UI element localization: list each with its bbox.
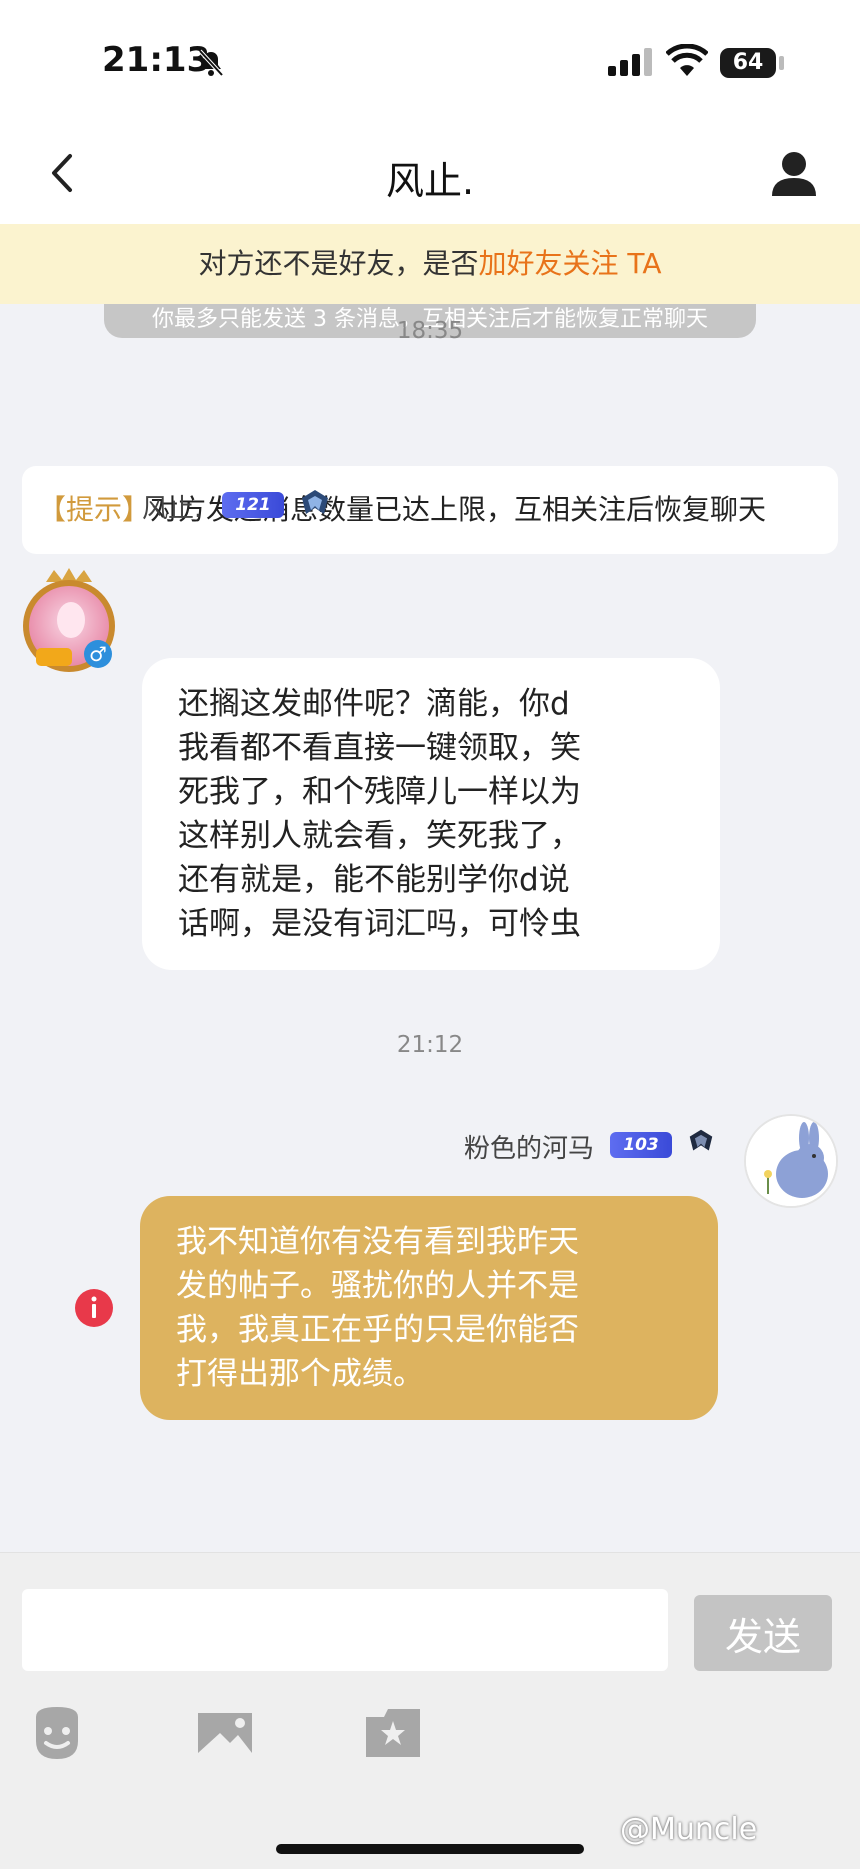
battery-icon: 64 [720,48,776,78]
person-icon[interactable] [770,150,818,196]
emoji-icon[interactable] [28,1705,86,1761]
message-line: 我，我真正在乎的只是你能否 [176,1312,579,1348]
message-line: 我看都不看直接一键领取，笑 [178,730,581,766]
chevron-left-icon[interactable] [44,150,80,196]
timestamp: 21:12 [0,1032,860,1058]
message-line: 还搁这发邮件呢？滴能，你d [178,686,570,722]
home-indicator [276,1844,584,1854]
avatar[interactable]: ♂ [16,568,122,684]
banner-text: 对方还不是好友，是否 [198,247,479,280]
message-line: 话啊，是没有词汇吗，可怜虫 [178,906,581,942]
message-line: 发的帖子。骚扰你的人并不是 [176,1268,579,1304]
message-line: 我不知道你有没有看到我昨天 [176,1224,579,1260]
message-bubble-outgoing[interactable]: 我不知道你有没有看到我昨天 发的帖子。骚扰你的人并不是 我，我真正在乎的只是你能… [140,1196,718,1420]
message-bubble-incoming[interactable]: 还搁这发邮件呢？滴能，你d 我看都不看直接一键领取，笑 死我了，和个残障儿一样以… [142,658,720,970]
message-input[interactable] [22,1589,668,1671]
add-friend-link[interactable]: 加好友关注 TA [479,247,662,280]
watermark: @Muncle [620,1812,758,1847]
tip-tag: 【提示】 [38,493,151,526]
status-bar: 21:13 64 [0,0,860,120]
battery-cap [779,56,784,70]
rank-icon [302,490,328,514]
friend-banner: 对方还不是好友，是否加好友关注 TA [0,224,860,304]
sender-name: 粉色的河马 [464,1134,595,1164]
level-badge: 121 [222,492,284,518]
rabbit-avatar-icon [746,1116,836,1206]
timestamp: 18:35 [0,318,860,344]
rank-icon [689,1129,713,1151]
timestamp-text: 18:35 [396,318,464,344]
sender-name: 风止. [142,494,203,524]
signal-icon [608,48,652,76]
image-icon[interactable] [196,1705,254,1761]
send-button[interactable]: 发送 [694,1595,832,1671]
gift-icon[interactable] [364,1705,422,1761]
avatar[interactable] [744,1114,838,1208]
nav-bar: 风止. [0,120,860,224]
page-title: 风止. [385,159,475,203]
message-line: 死我了，和个残障儿一样以为 [178,774,581,810]
message-line: 这样别人就会看，笑死我了， [178,818,581,854]
timestamp-text: 21:12 [396,1032,464,1058]
svg-text:♂: ♂ [89,642,107,666]
message-line: 打得出那个成绩。 [176,1356,424,1392]
status-time: 21:13 [102,40,211,80]
level-badge: 103 [610,1132,672,1158]
wifi-icon [666,44,708,76]
chat-area[interactable]: 你最多只能发送 3 条消息，互相关注后才能恢复正常聊天 18:35 【提示】对方… [0,304,860,1552]
error-icon[interactable] [74,1288,114,1328]
bell-slash-icon [198,49,224,77]
message-line: 还有就是，能不能别学你d说 [178,862,570,898]
